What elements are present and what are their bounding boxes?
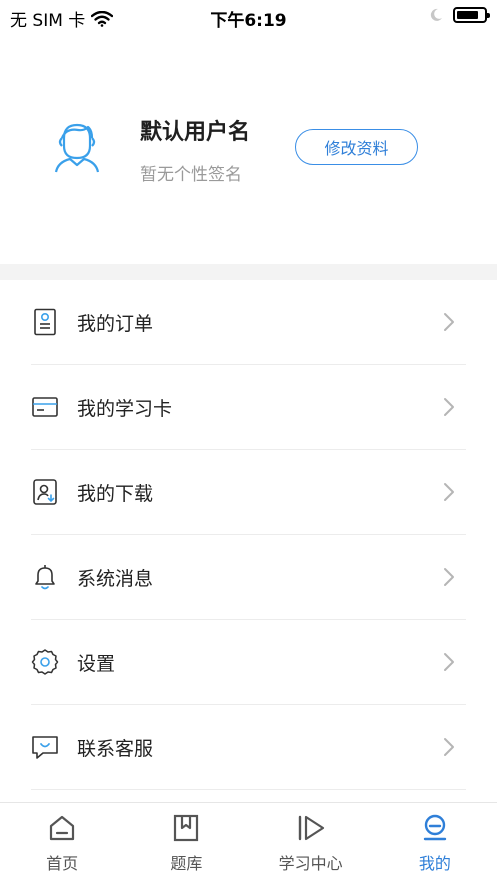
card-icon xyxy=(31,393,59,421)
menu-item-label: 系统消息 xyxy=(77,567,154,590)
battery-icon xyxy=(453,7,490,23)
chat-icon xyxy=(31,733,59,761)
menu-item-settings[interactable]: 设置 xyxy=(31,620,466,705)
menu-item-customer-service[interactable]: 联系客服 xyxy=(31,705,466,790)
tab-label: 首页 xyxy=(46,854,79,873)
tab-home[interactable]: 首页 xyxy=(0,803,124,883)
bookmark-icon xyxy=(171,813,201,843)
avatar-icon[interactable] xyxy=(48,116,106,174)
menu-item-study-card[interactable]: 我的学习卡 xyxy=(31,365,466,450)
edit-profile-button[interactable]: 修改资料 xyxy=(295,129,418,165)
tab-question-bank[interactable]: 题库 xyxy=(124,803,248,883)
chevron-right-icon xyxy=(444,398,454,416)
gear-icon xyxy=(31,648,59,676)
tab-label: 学习中心 xyxy=(278,854,343,873)
section-divider xyxy=(0,264,497,280)
menu-item-orders[interactable]: 我的订单 xyxy=(31,280,466,365)
chevron-right-icon xyxy=(444,313,454,331)
menu-item-label: 我的订单 xyxy=(77,312,154,335)
tab-learning-center[interactable]: 学习中心 xyxy=(249,803,373,883)
chevron-right-icon xyxy=(444,738,454,756)
menu-item-messages[interactable]: 系统消息 xyxy=(31,535,466,620)
chevron-right-icon xyxy=(444,483,454,501)
home-icon xyxy=(47,813,77,843)
menu-item-label: 我的下载 xyxy=(77,482,154,505)
tab-mine[interactable]: 我的 xyxy=(373,803,497,883)
menu-item-label: 设置 xyxy=(77,652,116,675)
profile-header: 默认用户名 暂无个性签名 修改资料 xyxy=(0,34,497,264)
status-bar: 无 SIM 卡 下午6:19 xyxy=(0,0,497,34)
chevron-right-icon xyxy=(444,653,454,671)
moon-icon xyxy=(430,8,442,21)
tab-label: 我的 xyxy=(418,854,451,873)
download-icon xyxy=(31,478,59,506)
bell-icon xyxy=(31,563,59,591)
chevron-right-icon xyxy=(444,568,454,586)
status-time: 下午6:19 xyxy=(210,11,287,31)
menu-item-downloads[interactable]: 我的下载 xyxy=(31,450,466,535)
signature: 暂无个性签名 xyxy=(140,165,242,185)
menu-item-label: 我的学习卡 xyxy=(77,397,173,420)
tab-label: 题库 xyxy=(170,854,203,873)
username: 默认用户名 xyxy=(140,120,251,145)
play-icon xyxy=(296,813,326,843)
order-icon xyxy=(31,308,59,336)
menu-item-label: 联系客服 xyxy=(77,737,154,760)
profile-icon xyxy=(420,813,450,843)
battery-level xyxy=(457,11,478,19)
tab-bar: 首页 题库 学习中心 我的 xyxy=(0,802,497,883)
menu-list: 我的订单 我的学习卡 我的下载 系统消息 设置 联系客服 xyxy=(0,280,497,790)
